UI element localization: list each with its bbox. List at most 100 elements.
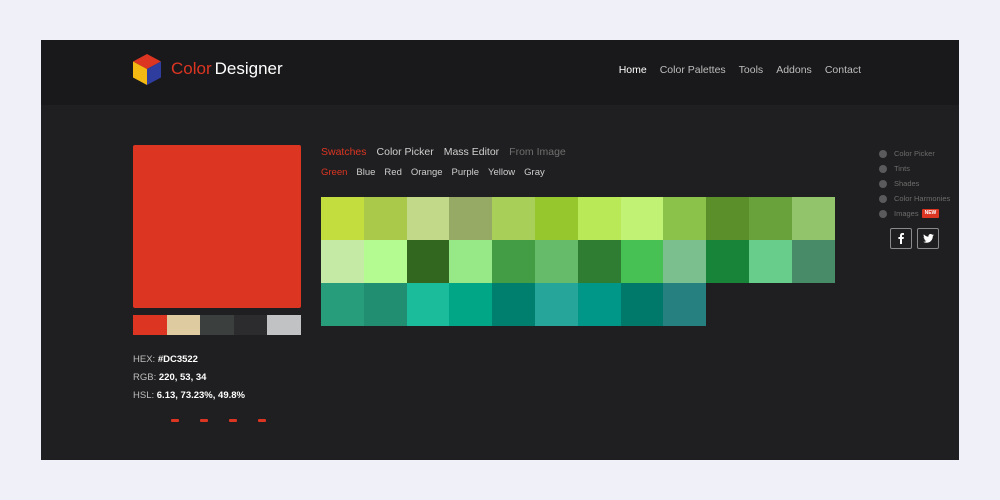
swatch-cell[interactable] <box>534 197 578 240</box>
swatch-cell[interactable] <box>577 240 621 283</box>
cut-off-icon[interactable] <box>171 419 179 422</box>
palette-strip-color[interactable] <box>133 315 167 335</box>
rgb-label: RGB: <box>133 372 157 383</box>
swatch-cell[interactable] <box>492 283 535 326</box>
swatch-cell[interactable] <box>706 197 749 240</box>
nav-item-addons[interactable]: Addons <box>776 63 812 77</box>
facebook-icon <box>898 233 904 244</box>
nav-item-home[interactable]: Home <box>619 63 647 77</box>
facebook-button[interactable] <box>890 228 912 249</box>
cut-off-icon-row <box>171 419 266 422</box>
twitter-icon <box>922 234 934 243</box>
bullet-icon <box>879 194 887 203</box>
cut-off-icon[interactable] <box>258 419 266 422</box>
swatch-cell[interactable] <box>492 240 535 283</box>
swatch-cell[interactable] <box>791 240 835 283</box>
side-menu-item-color-picker[interactable]: Color Picker <box>879 146 950 161</box>
swatch-cell[interactable] <box>706 240 749 283</box>
side-menu-label: Color Picker <box>894 149 935 158</box>
palette-strip-color[interactable] <box>166 315 201 335</box>
swatch-cell[interactable] <box>577 197 621 240</box>
swatch-cell[interactable] <box>449 240 493 283</box>
main-nav: Home Color Palettes Tools Addons Contact <box>619 63 861 77</box>
swatch-cell[interactable] <box>449 283 493 326</box>
swatch-cell[interactable] <box>577 283 621 326</box>
nav-item-tools[interactable]: Tools <box>739 63 764 77</box>
swatch-cell[interactable] <box>363 240 407 283</box>
new-badge: NEW <box>921 209 940 218</box>
swatch-cell[interactable] <box>534 283 578 326</box>
swatch-cell[interactable] <box>748 197 792 240</box>
bullet-icon <box>879 149 887 158</box>
side-menu-label: Shades <box>894 179 920 188</box>
twitter-button[interactable] <box>917 228 939 249</box>
bullet-icon <box>879 179 887 188</box>
swatch-cell[interactable] <box>406 240 450 283</box>
color-family-tabs: Green Blue Red Orange Purple Yellow Gray <box>321 166 545 179</box>
swatch-cell[interactable] <box>791 197 835 240</box>
swatch-cell[interactable] <box>321 240 364 283</box>
selected-color-swatch <box>133 145 301 308</box>
swatch-cell[interactable] <box>620 283 664 326</box>
tab-mass-editor[interactable]: Mass Editor <box>444 145 499 159</box>
swatch-cell[interactable] <box>663 197 707 240</box>
cut-off-icon[interactable] <box>229 419 237 422</box>
rgb-row: RGB: 220, 53, 34 <box>133 369 245 387</box>
app-window: Color Designer Home Color Palettes Tools Add… <box>41 40 959 460</box>
side-menu-item-images[interactable]: Images NEW <box>879 206 950 221</box>
swatch-cell[interactable] <box>620 197 664 240</box>
swatch-cell[interactable] <box>492 197 535 240</box>
tab-color-picker[interactable]: Color Picker <box>377 145 434 159</box>
swatch-cell[interactable] <box>363 197 407 240</box>
color-tab-green[interactable]: Green <box>321 166 347 179</box>
swatch-cell[interactable] <box>663 240 707 283</box>
color-tab-gray[interactable]: Gray <box>524 166 545 179</box>
side-menu: Color Picker Tints Shades Color Harmonies Im… <box>879 146 950 221</box>
hsl-row: HSL: 6.13, 73.23%, 49.8% <box>133 387 245 405</box>
swatch-cell[interactable] <box>620 240 664 283</box>
color-tab-red[interactable]: Red <box>384 166 401 179</box>
side-menu-label: Color Harmonies <box>894 194 951 203</box>
palette-strip-color[interactable] <box>267 315 301 335</box>
swatch-cell[interactable] <box>449 197 493 240</box>
side-menu-label: Tints <box>894 164 910 173</box>
mode-tabs: Swatches Color Picker Mass Editor From Imag… <box>321 145 566 159</box>
bullet-icon <box>879 209 887 218</box>
brand-part-designer: Designer <box>214 59 283 78</box>
hex-label: HEX: <box>133 354 156 365</box>
social-links <box>890 228 939 249</box>
swatch-grid <box>321 197 835 326</box>
brand-name[interactable]: Color Designer <box>171 59 283 79</box>
hsl-label: HSL: <box>133 390 155 401</box>
color-tab-orange[interactable]: Orange <box>411 166 443 179</box>
tab-from-image[interactable]: From Image <box>509 145 566 159</box>
color-tab-purple[interactable]: Purple <box>452 166 479 179</box>
swatch-cell[interactable] <box>534 240 578 283</box>
side-menu-item-tints[interactable]: Tints <box>879 161 950 176</box>
nav-item-color-palettes[interactable]: Color Palettes <box>660 63 726 77</box>
rgb-value: 220, 53, 34 <box>158 372 207 383</box>
palette-strip-color[interactable] <box>200 315 234 335</box>
hex-row: HEX: #DC3522 <box>133 351 245 369</box>
side-menu-item-color-harmonies[interactable]: Color Harmonies <box>879 191 950 206</box>
color-tab-blue[interactable]: Blue <box>356 166 375 179</box>
swatch-cell[interactable] <box>321 197 364 240</box>
color-info: HEX: #DC3522 RGB: 220, 53, 34 HSL: 6.13,… <box>133 351 245 405</box>
swatch-cell[interactable] <box>406 197 450 240</box>
color-tab-yellow[interactable]: Yellow <box>488 166 515 179</box>
swatch-cell[interactable] <box>748 240 792 283</box>
palette-strip-color[interactable] <box>233 315 268 335</box>
cube-logo-icon[interactable] <box>132 53 162 86</box>
tab-swatches[interactable]: Swatches <box>321 145 367 159</box>
swatch-cell[interactable] <box>406 283 450 326</box>
hsl-value: 6.13, 73.23%, 49.8% <box>156 390 245 401</box>
cut-off-icon[interactable] <box>200 419 208 422</box>
side-menu-item-shades[interactable]: Shades <box>879 176 950 191</box>
nav-item-contact[interactable]: Contact <box>825 63 861 77</box>
hex-value: #DC3522 <box>157 354 198 365</box>
swatch-cell[interactable] <box>363 283 407 326</box>
palette-strip <box>133 315 301 335</box>
bullet-icon <box>879 164 887 173</box>
swatch-cell[interactable] <box>321 283 364 326</box>
swatch-cell[interactable] <box>663 283 707 326</box>
